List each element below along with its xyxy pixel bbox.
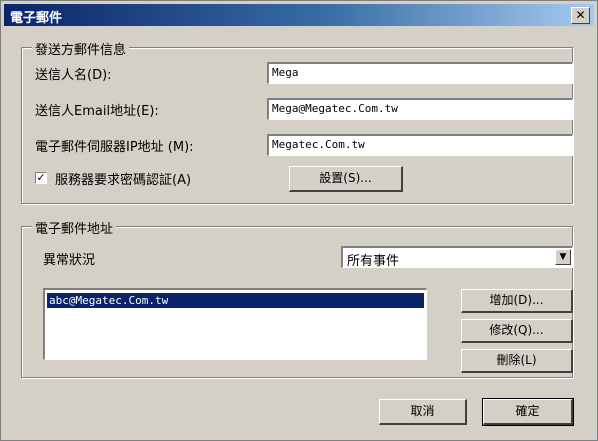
email-address-list[interactable]: abc@Megatec.Com.tw	[43, 288, 427, 360]
close-button[interactable]: ✕	[571, 7, 590, 24]
sender-info-legend: 發送方郵件信息	[32, 39, 130, 58]
add-button[interactable]: 增加(D)...	[461, 289, 573, 313]
smtp-server-field[interactable]: Megatec.Com.tw	[267, 134, 573, 156]
title-bar: 電子郵件 ✕	[4, 4, 594, 26]
smtp-server-label: 電子郵件伺服器IP地址 (M):	[35, 140, 194, 155]
email-settings-dialog: 電子郵件 ✕ 發送方郵件信息 送信人名(D): Mega 送信人Email地址(…	[0, 0, 598, 441]
auth-checkbox-label: 服務器要求密碼認証(A)	[55, 173, 192, 188]
ok-button[interactable]: 確定	[483, 399, 573, 425]
window-title: 電子郵件	[10, 11, 63, 26]
list-item[interactable]: abc@Megatec.Com.tw	[47, 293, 424, 308]
cancel-button[interactable]: 取消	[379, 399, 467, 425]
event-type-value: 所有事件	[347, 254, 400, 269]
email-address-legend: 電子郵件地址	[32, 218, 117, 237]
sender-name-label: 送信人名(D):	[35, 68, 112, 83]
edit-button[interactable]: 修改(Q)...	[461, 319, 573, 343]
sender-name-field[interactable]: Mega	[267, 62, 573, 84]
delete-button[interactable]: 刪除(L)	[461, 349, 573, 373]
chevron-down-icon[interactable]: ▼	[555, 249, 571, 265]
sender-email-field[interactable]: Mega@Megatec.Com.tw	[267, 98, 573, 120]
auth-checkbox[interactable]: ✓	[35, 172, 47, 184]
sender-email-label: 送信人Email地址(E):	[35, 104, 159, 119]
event-type-select[interactable]: 所有事件 ▼	[341, 246, 573, 269]
event-label: 異常狀況	[43, 253, 96, 268]
close-icon: ✕	[575, 8, 586, 22]
settings-button[interactable]: 設置(S)...	[289, 166, 403, 192]
